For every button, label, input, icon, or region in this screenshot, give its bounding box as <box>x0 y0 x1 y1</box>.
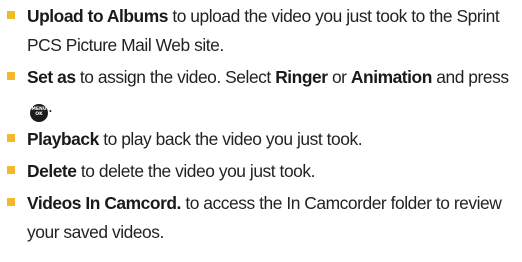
item-description: . <box>48 96 53 116</box>
option-ringer: Ringer <box>275 67 328 87</box>
bullet-icon <box>7 11 15 19</box>
list-item-playback: Playback to play back the video you just… <box>7 125 519 154</box>
list-item-upload-to-albums: Upload to Albums to upload the video you… <box>7 2 519 60</box>
menu-ok-key-icon: MENU OK <box>30 104 48 123</box>
item-description: to delete the video you just took. <box>76 161 316 182</box>
bullet-icon <box>7 166 15 175</box>
bullet-icon <box>7 134 15 143</box>
item-description: or <box>327 67 351 87</box>
item-description: to assign the video. Select <box>75 67 276 87</box>
item-term: Videos In Camcord. <box>27 193 181 214</box>
item-term: Upload to Albums <box>27 6 168 26</box>
item-term: Set as <box>27 67 76 87</box>
list-item-delete: Delete to delete the video you just took… <box>7 157 519 186</box>
list-item-set-as: Set as to assign the video. Select Ringe… <box>7 63 519 123</box>
item-description: and press <box>431 67 509 87</box>
item-term: Playback <box>27 129 99 150</box>
bullet-icon <box>7 198 15 207</box>
bullet-icon <box>7 72 15 80</box>
list-item-videos-in-camcord: Videos In Camcord. to access the In Camc… <box>7 189 519 247</box>
item-term: Delete <box>27 161 77 182</box>
item-description: to play back the video you just took. <box>98 129 363 150</box>
option-animation: Animation <box>350 67 432 87</box>
option-list: Upload to Albums to upload the video you… <box>7 2 519 250</box>
key-label-ok: OK <box>35 112 43 117</box>
